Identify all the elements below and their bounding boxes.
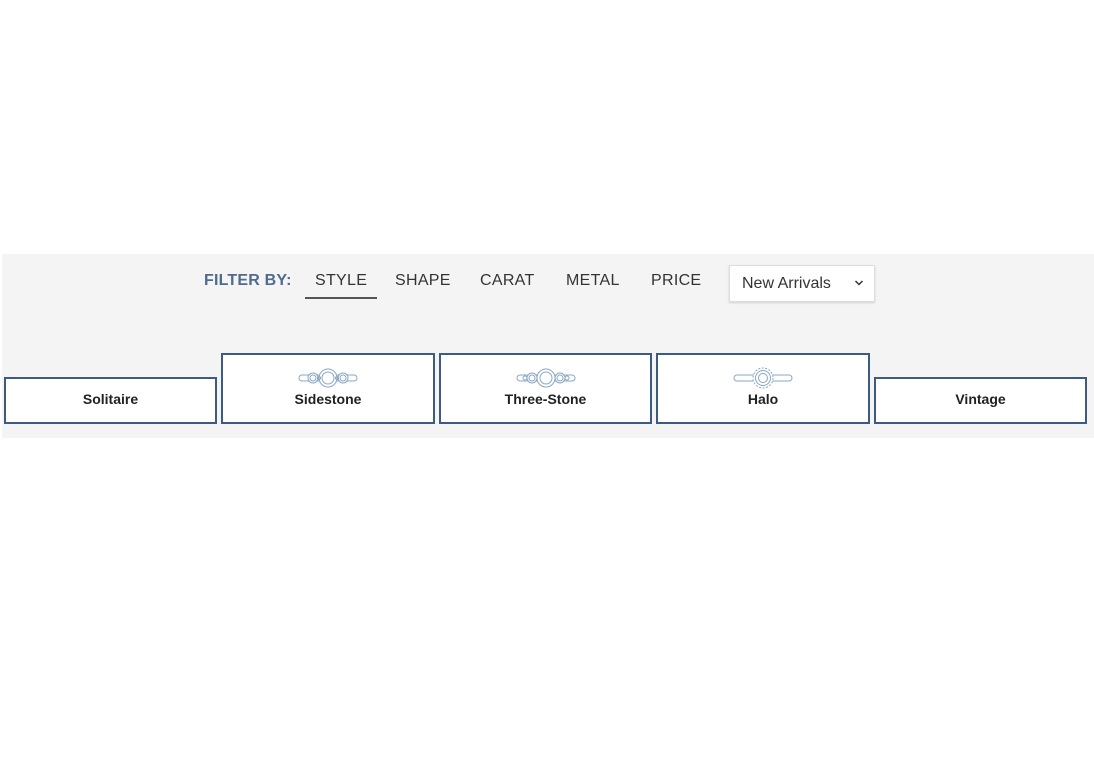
tab-carat[interactable]: CARAT xyxy=(480,272,535,290)
style-card-sidestone[interactable]: Sidestone xyxy=(221,353,435,424)
tab-price[interactable]: PRICE xyxy=(651,272,701,290)
style-card-label: Halo xyxy=(747,391,779,407)
filter-bar: FILTER BY: STYLE SHAPE CARAT METAL PRICE… xyxy=(2,254,1094,314)
style-card-halo[interactable]: Halo xyxy=(656,353,870,424)
style-card-three-stone[interactable]: Three-Stone xyxy=(439,353,652,424)
sort-selected-value: New Arrivals xyxy=(742,275,831,292)
style-card-solitaire[interactable]: Solitaire xyxy=(4,377,217,424)
filter-by-label: FILTER BY: xyxy=(204,272,292,289)
style-card-label: Vintage xyxy=(955,391,1006,407)
style-card-label: Solitaire xyxy=(82,391,139,407)
tab-style[interactable]: STYLE xyxy=(305,272,378,299)
sidestone-ring-icon xyxy=(298,368,358,388)
tab-metal[interactable]: METAL xyxy=(566,272,620,290)
style-card-label: Sidestone xyxy=(294,391,362,407)
halo-ring-icon xyxy=(733,367,793,389)
style-card-label: Three-Stone xyxy=(504,391,587,407)
tab-shape[interactable]: SHAPE xyxy=(395,272,451,290)
sort-dropdown[interactable]: New Arrivals xyxy=(729,265,875,302)
three-stone-ring-icon xyxy=(516,368,575,388)
chevron-down-icon xyxy=(854,280,864,286)
style-card-vintage[interactable]: Vintage xyxy=(874,377,1087,424)
filter-panel: FILTER BY: STYLE SHAPE CARAT METAL PRICE… xyxy=(2,254,1094,438)
